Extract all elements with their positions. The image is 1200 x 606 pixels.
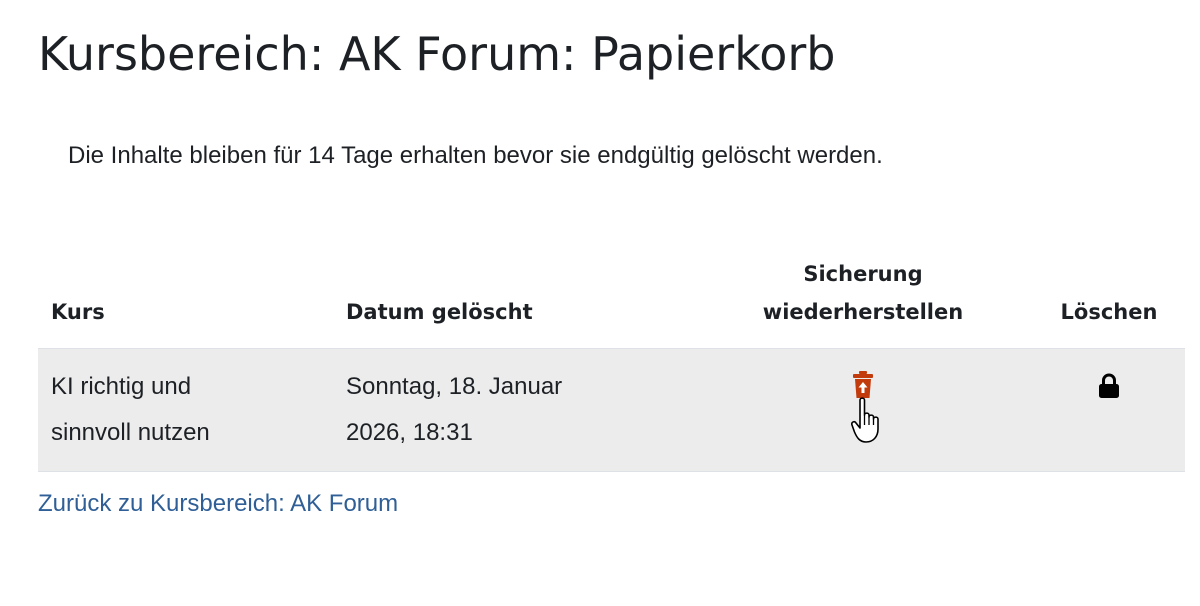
course-name-cell: KI richtig und sinnvoll nutzen: [38, 348, 346, 472]
column-header-course: Kurs: [38, 255, 346, 349]
date-deleted-line1: Sonntag, 18. Januar: [346, 373, 563, 400]
table-header-row: Kurs Datum gelöscht Sicherung wiederhers…: [38, 255, 1185, 349]
column-header-restore-line1: Sicherung: [803, 262, 923, 286]
delete-cell: [1033, 348, 1185, 472]
column-header-restore-line2: wiederherstellen: [762, 300, 964, 324]
lock-icon[interactable]: [1098, 369, 1120, 415]
recycle-bin-table: Kurs Datum gelöscht Sicherung wiederhers…: [38, 255, 1185, 472]
back-to-course-category-link[interactable]: Zurück zu Kursbereich: AK Forum: [38, 487, 398, 521]
course-name-line1: KI richtig und: [51, 373, 192, 400]
column-header-delete-label: Löschen: [1060, 300, 1158, 324]
table-row: KI richtig und sinnvoll nutzen Sonntag, …: [38, 348, 1185, 472]
date-deleted-cell: Sonntag, 18. Januar 2026, 18:31: [346, 348, 693, 472]
column-header-course-label: Kurs: [51, 300, 105, 324]
page-title: Kursbereich: AK Forum: Papierkorb: [38, 27, 836, 81]
column-header-date-label: Datum gelöscht: [346, 300, 533, 324]
restore-cell: [693, 348, 1033, 472]
trash-restore-icon[interactable]: [852, 369, 874, 415]
date-deleted-line2: 2026, 18:31: [346, 419, 473, 446]
course-name-line2: sinnvoll nutzen: [51, 419, 210, 446]
retention-info-text: Die Inhalte bleiben für 14 Tage erhalten…: [68, 142, 883, 169]
column-header-date-deleted: Datum gelöscht: [346, 255, 693, 349]
column-header-restore: Sicherung wiederherstellen: [693, 255, 1033, 349]
column-header-delete: Löschen: [1033, 255, 1185, 349]
